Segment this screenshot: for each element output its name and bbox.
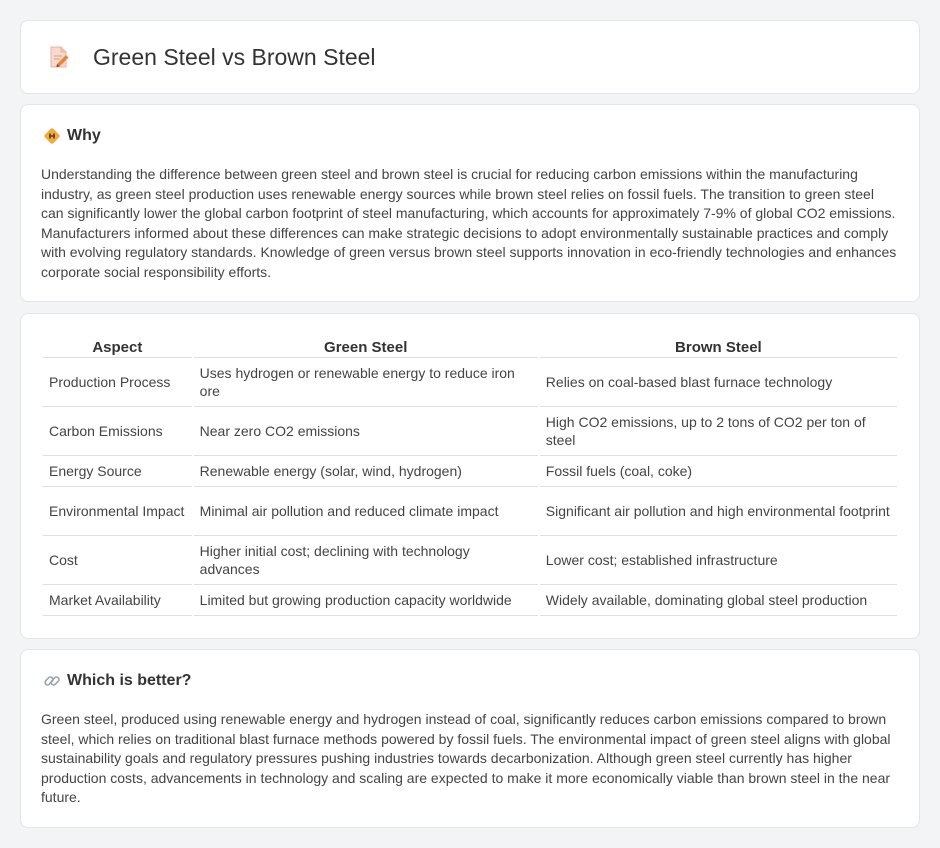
row-aspect-cell: Cost [43,536,192,585]
row-aspect-cell: Production Process [43,358,192,407]
why-paragraph: Understanding the difference between gre… [41,166,897,280]
comparison-card: Aspect Green Steel Brown Steel Productio… [20,313,920,639]
table-row: Market Availability Limited but growing … [43,585,897,616]
row-aspect-cell: Market Availability [43,585,192,616]
why-card: Why Understanding the difference between… [20,104,920,302]
table-row: Environmental Impact Minimal air polluti… [43,487,897,536]
green-steel-cell: Near zero CO2 emissions [193,407,538,456]
brown-steel-cell: High CO2 emissions, up to 2 tons of CO2 … [539,407,897,456]
table-row: Production Process Uses hydrogen or rene… [43,358,897,407]
brown-steel-cell: Significant air pollution and high envir… [539,487,897,536]
column-header-brown-steel: Brown Steel [539,334,897,358]
brown-steel-cell: Lower cost; established infrastructure [539,536,897,585]
green-steel-cell: Higher initial cost; declining with tech… [193,536,538,585]
better-paragraph: Green steel, produced using renewable en… [41,711,891,806]
brown-steel-cell: Widely available, dominating global stee… [539,585,897,616]
page-title: Green Steel vs Brown Steel [93,43,376,70]
link-icon [44,676,60,686]
why-heading-row: Why [43,127,101,145]
better-heading: Which is better? [67,672,192,689]
document-pencil-icon [50,46,69,68]
comparison-table: Aspect Green Steel Brown Steel Productio… [41,334,899,616]
column-header-aspect: Aspect [43,334,192,358]
diamond-warning-icon [44,128,60,144]
brown-steel-cell: Relies on coal-based blast furnace techn… [539,358,897,407]
table-header-row: Aspect Green Steel Brown Steel [43,334,897,358]
green-steel-cell: Uses hydrogen or renewable energy to red… [193,358,538,407]
row-aspect-cell: Environmental Impact [43,487,192,536]
title-row: Green Steel vs Brown Steel [21,21,919,93]
table-row: Energy Source Renewable energy (solar, w… [43,456,897,487]
brown-steel-cell: Fossil fuels (coal, coke) [539,456,897,487]
better-heading-row: Which is better? [43,672,191,690]
green-steel-cell: Renewable energy (solar, wind, hydrogen) [193,456,538,487]
table-row: Carbon Emissions Near zero CO2 emissions… [43,407,897,456]
table-row: Cost Higher initial cost; declining with… [43,536,897,585]
green-steel-cell: Limited but growing production capacity … [193,585,538,616]
row-aspect-cell: Energy Source [43,456,192,487]
row-aspect-cell: Carbon Emissions [43,407,192,456]
column-header-green-steel: Green Steel [193,334,538,358]
which-is-better-card: Which is better? Green steel, produced u… [20,649,920,828]
why-heading: Why [67,127,101,144]
green-steel-cell: Minimal air pollution and reduced climat… [193,487,538,536]
title-card: Green Steel vs Brown Steel [20,20,920,94]
